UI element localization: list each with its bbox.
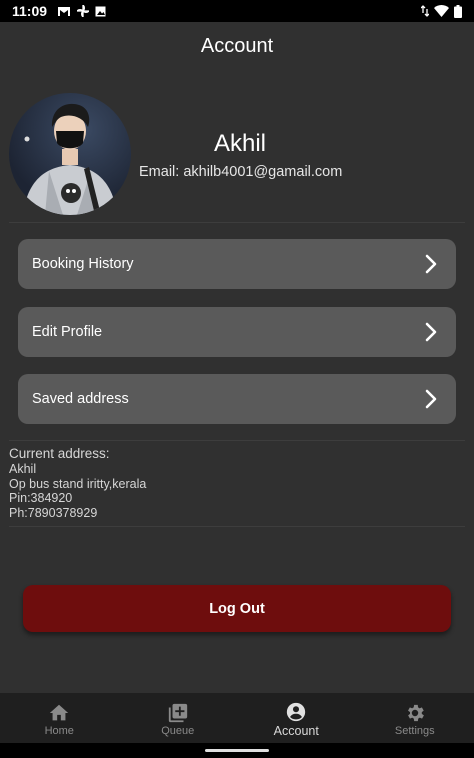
logout-label: Log Out xyxy=(209,600,265,617)
logout-button[interactable]: Log Out xyxy=(23,585,451,632)
address-line: Akhil xyxy=(9,461,37,476)
home-icon xyxy=(50,704,69,720)
gmail-icon xyxy=(58,6,71,16)
app-bar: Account xyxy=(0,22,474,70)
gear-icon xyxy=(407,704,424,721)
edit-profile-label: Edit Profile xyxy=(32,324,103,340)
nav-label-account: Account xyxy=(273,723,319,738)
divider xyxy=(9,222,465,223)
divider xyxy=(9,526,465,527)
status-right-icons xyxy=(421,4,462,18)
saved-address-button[interactable]: Saved address xyxy=(18,374,456,424)
status-time: 11:09 xyxy=(12,3,48,19)
address-line: Ph:7890378929 xyxy=(9,506,98,521)
chevron-right-icon xyxy=(425,254,437,274)
wifi-icon xyxy=(434,5,449,17)
address-line: Op bus stand iritty,kerala xyxy=(9,476,147,491)
page-title: Account xyxy=(200,34,274,57)
chevron-right-icon xyxy=(425,389,437,409)
booking-history-button[interactable]: Booking History xyxy=(18,239,456,289)
data-transfer-icon xyxy=(421,5,429,17)
current-address: Current address: Akhil Op bus stand irit… xyxy=(9,446,147,521)
nav-label-settings: Settings xyxy=(394,724,435,737)
home-gesture-handle[interactable] xyxy=(205,749,269,752)
avatar[interactable] xyxy=(9,93,131,215)
divider xyxy=(9,440,465,441)
profile-email: Email: akhilb4001@gamail.com xyxy=(139,164,343,180)
booking-history-label: Booking History xyxy=(32,256,134,272)
avatar-illustration xyxy=(23,103,117,215)
profile-header: Akhil Email: akhilb4001@gamail.com xyxy=(0,90,474,222)
bottom-navigation: Home Queue Account Settings xyxy=(0,693,474,743)
pinwheel-icon xyxy=(77,5,90,17)
profile-name: Akhil xyxy=(213,130,267,157)
nav-item-settings[interactable]: Settings xyxy=(356,693,474,743)
edit-profile-button[interactable]: Edit Profile xyxy=(18,307,456,357)
status-bar: 11:09 xyxy=(0,0,474,22)
nav-label-queue: Queue xyxy=(161,724,195,737)
address-title: Current address: xyxy=(9,446,110,461)
nav-item-home[interactable]: Home xyxy=(0,693,119,743)
nav-item-account[interactable]: Account xyxy=(237,693,356,743)
status-left-icons xyxy=(57,5,106,17)
battery-icon xyxy=(454,4,462,18)
nav-label-home: Home xyxy=(44,724,74,737)
account-icon xyxy=(287,702,306,721)
saved-address-label: Saved address xyxy=(32,391,129,407)
chevron-right-icon xyxy=(425,322,437,342)
queue-add-icon xyxy=(168,703,187,722)
nav-item-queue[interactable]: Queue xyxy=(119,693,238,743)
image-icon xyxy=(95,6,106,16)
gesture-bar xyxy=(0,743,474,758)
address-line: Pin:384920 xyxy=(9,491,73,506)
